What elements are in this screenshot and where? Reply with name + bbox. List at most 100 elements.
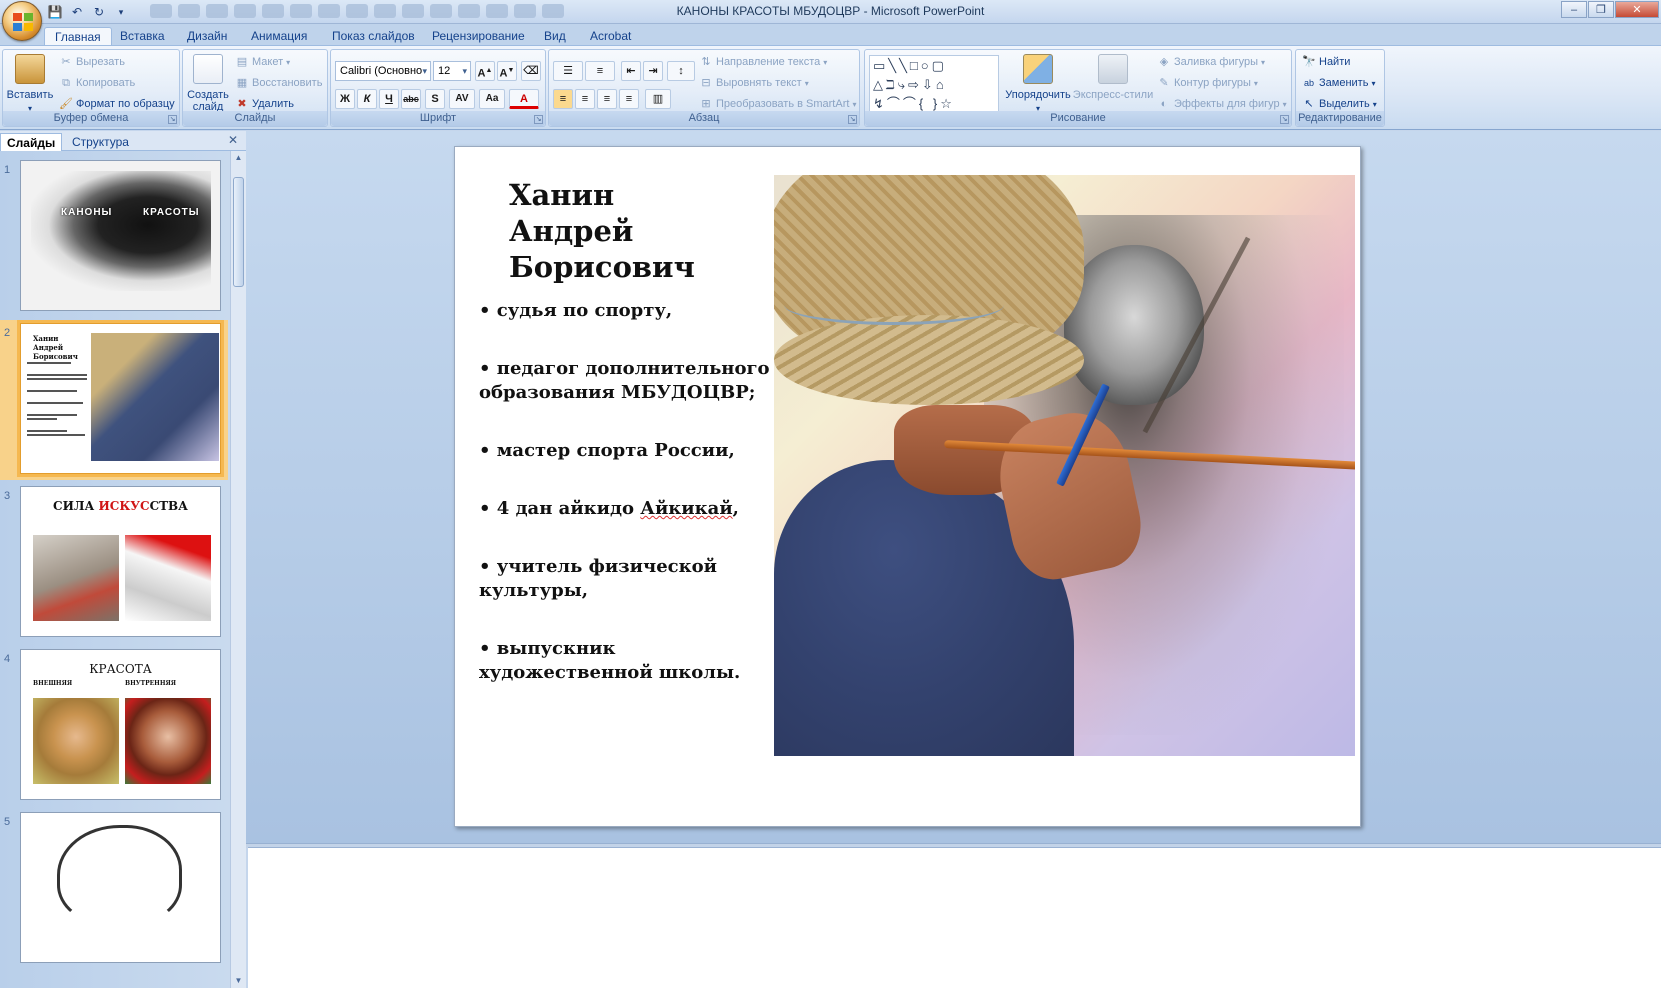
close-pane-icon[interactable]: ✕	[228, 133, 238, 147]
office-button[interactable]	[2, 1, 42, 41]
shapes-gallery[interactable]: ▭╲╲□○▢ △ℶ⤷⇨⇩⌂ ↯⌒⌒{ }☆	[869, 55, 999, 113]
arrange-button[interactable]: Упорядочить ▾	[1005, 54, 1071, 113]
font-name-combo[interactable]: Calibri (Основно	[335, 61, 431, 81]
brush-icon: 🖌	[59, 98, 73, 110]
align-center-icon[interactable]: ≡	[575, 89, 595, 109]
slide-title[interactable]: Ханин Андрей Борисович	[509, 177, 695, 285]
numbering-icon[interactable]: ≡	[585, 61, 615, 81]
thumb-image	[125, 698, 211, 784]
reset-button[interactable]: ▦ Восстановить	[235, 76, 323, 90]
new-slide-button[interactable]: Создать слайд	[186, 54, 230, 113]
copy-button[interactable]: ⧉ Копировать	[59, 76, 135, 90]
scissors-icon: ✂	[61, 56, 71, 68]
maximize-icon[interactable]: ❐	[1588, 1, 1614, 18]
font-size-combo[interactable]: 12	[433, 61, 471, 81]
clear-format-icon[interactable]: ⌫	[521, 61, 541, 81]
group-label-font: Шрифт	[331, 111, 545, 126]
font-color-button[interactable]: A	[509, 89, 539, 109]
slide-number: 1	[4, 164, 11, 176]
text-direction-button[interactable]: ⇅ Направление текста ▾	[699, 55, 827, 69]
thumb-image	[33, 698, 119, 784]
format-painter-button[interactable]: 🖌 Формат по образцу	[59, 97, 175, 111]
increase-indent-icon[interactable]: ⇥	[643, 61, 663, 81]
smartart-button[interactable]: ⊞ Преобразовать в SmartArt ▾	[699, 97, 856, 111]
thumb-photo	[91, 333, 219, 461]
shape-outline-button[interactable]: ✎ Контур фигуры ▾	[1157, 76, 1258, 90]
bullet-item: • педагог дополнительного	[479, 358, 770, 379]
cursor-icon: ↖	[1304, 98, 1314, 110]
align-text-icon: ⊟	[701, 77, 711, 89]
tab-animation[interactable]: Анимация	[241, 27, 317, 46]
font-launcher-icon[interactable]: ↘	[534, 115, 543, 124]
binoculars-icon: 🔭	[1302, 56, 1316, 68]
tab-design[interactable]: Дизайн	[177, 27, 237, 46]
underline-button[interactable]: Ч	[379, 89, 399, 109]
paragraph-launcher-icon[interactable]: ↘	[848, 115, 857, 124]
strike-button[interactable]: abc	[401, 89, 421, 109]
slide-number: 3	[4, 490, 11, 502]
scroll-down-icon[interactable]: ▼	[232, 974, 245, 988]
spacing-button[interactable]: AV	[449, 89, 475, 109]
delete-slide-button[interactable]: ✖ Удалить	[235, 97, 294, 111]
columns-icon[interactable]: ▥	[645, 89, 671, 109]
thumbnails-scrollbar[interactable]: ▲ ▼	[230, 151, 246, 988]
tab-view[interactable]: Вид	[534, 27, 576, 46]
scroll-thumb[interactable]	[233, 177, 244, 287]
slide-thumbnail-4[interactable]: КРАСОТА ВНЕШНЯЯ ВНУТРЕННЯЯ	[20, 649, 221, 800]
bullets-icon[interactable]: ☰	[553, 61, 583, 81]
line-spacing-icon[interactable]: ↕	[667, 61, 695, 81]
notes-pane[interactable]	[248, 847, 1661, 988]
justify-icon[interactable]: ≡	[619, 89, 639, 109]
find-button[interactable]: 🔭 Найти	[1302, 55, 1350, 69]
reset-icon: ▦	[236, 77, 248, 89]
thumb-text: КАНОНЫ	[61, 207, 113, 218]
change-case-button[interactable]: Aa	[479, 89, 505, 109]
tab-review[interactable]: Рецензирование	[422, 27, 535, 46]
close-icon[interactable]: ✕	[1615, 1, 1659, 18]
align-left-icon[interactable]: ≡	[553, 89, 573, 109]
office-logo-icon	[13, 13, 33, 31]
align-text-button[interactable]: ⊟ Выровнять текст ▾	[699, 76, 808, 90]
paste-icon	[15, 54, 45, 84]
clipboard-launcher-icon[interactable]: ↘	[168, 115, 177, 124]
shadow-button[interactable]: S	[425, 89, 445, 109]
current-slide[interactable]: Ханин Андрей Борисович • судья по спорту…	[454, 146, 1361, 827]
bullet-item: образования МБУДОЦВР;	[479, 382, 756, 403]
decrease-indent-icon[interactable]: ⇤	[621, 61, 641, 81]
grow-font-icon[interactable]: A▲	[475, 61, 495, 81]
scroll-up-icon[interactable]: ▲	[232, 151, 245, 165]
minimize-icon[interactable]: –	[1561, 1, 1587, 18]
slide-thumbnail-5[interactable]	[20, 812, 221, 963]
shape-effects-button[interactable]: ◐ Эффекты для фигур ▾	[1157, 97, 1287, 111]
paste-button[interactable]: Вставить ▾	[6, 54, 54, 113]
slide-thumbnail-1[interactable]: КАНОНЫ КРАСОТЫ	[20, 160, 221, 311]
select-button[interactable]: ↖ Выделить ▾	[1302, 97, 1376, 111]
tab-home[interactable]: Главная	[44, 27, 112, 46]
group-drawing: ▭╲╲□○▢ △ℶ⤷⇨⇩⌂ ↯⌒⌒{ }☆ Упорядочить ▾ Экспре…	[864, 49, 1292, 127]
group-clipboard: Вставить ▾ ✂ Вырезать ⧉ Копировать 🖌 Формат…	[2, 49, 180, 127]
replace-icon: ab	[1303, 78, 1314, 88]
slide-thumbnail-2[interactable]: Ханин Андрей Борисович	[17, 320, 224, 477]
align-right-icon[interactable]: ≡	[597, 89, 617, 109]
cut-button[interactable]: ✂ Вырезать	[59, 55, 125, 69]
ribbon-tabs: Главная Вставка Дизайн Анимация Показ сл…	[0, 24, 1661, 46]
shrink-font-icon[interactable]: A▼	[497, 61, 517, 81]
replace-button[interactable]: ab Заменить ▾	[1302, 76, 1375, 90]
group-label-editing: Редактирование	[1296, 111, 1384, 126]
delete-icon: ✖	[237, 98, 247, 110]
italic-button[interactable]: К	[357, 89, 377, 109]
shape-fill-button[interactable]: ◈ Заливка фигуры ▾	[1157, 55, 1265, 69]
quick-styles-button[interactable]: Экспресс-стили	[1073, 54, 1153, 101]
layout-button[interactable]: ▤ Макет ▾	[235, 55, 290, 69]
bold-button[interactable]: Ж	[335, 89, 355, 109]
artist-photo[interactable]	[774, 175, 1355, 756]
tab-acrobat[interactable]: Acrobat	[580, 27, 641, 46]
slide-thumbnail-3[interactable]: СИЛА ИСКУССТВА	[20, 486, 221, 637]
window-title: КАНОНЫ КРАСОТЫ МБУДОЦВР - Microsoft Powe…	[676, 4, 985, 18]
tab-slides-pane[interactable]: Слайды	[0, 133, 63, 151]
brush-stroke-art	[31, 171, 211, 291]
tab-insert[interactable]: Вставка	[110, 27, 175, 46]
drawing-launcher-icon[interactable]: ↘	[1280, 115, 1289, 124]
tab-outline-pane[interactable]: Структура	[66, 133, 135, 151]
tab-slideshow[interactable]: Показ слайдов	[322, 27, 425, 46]
